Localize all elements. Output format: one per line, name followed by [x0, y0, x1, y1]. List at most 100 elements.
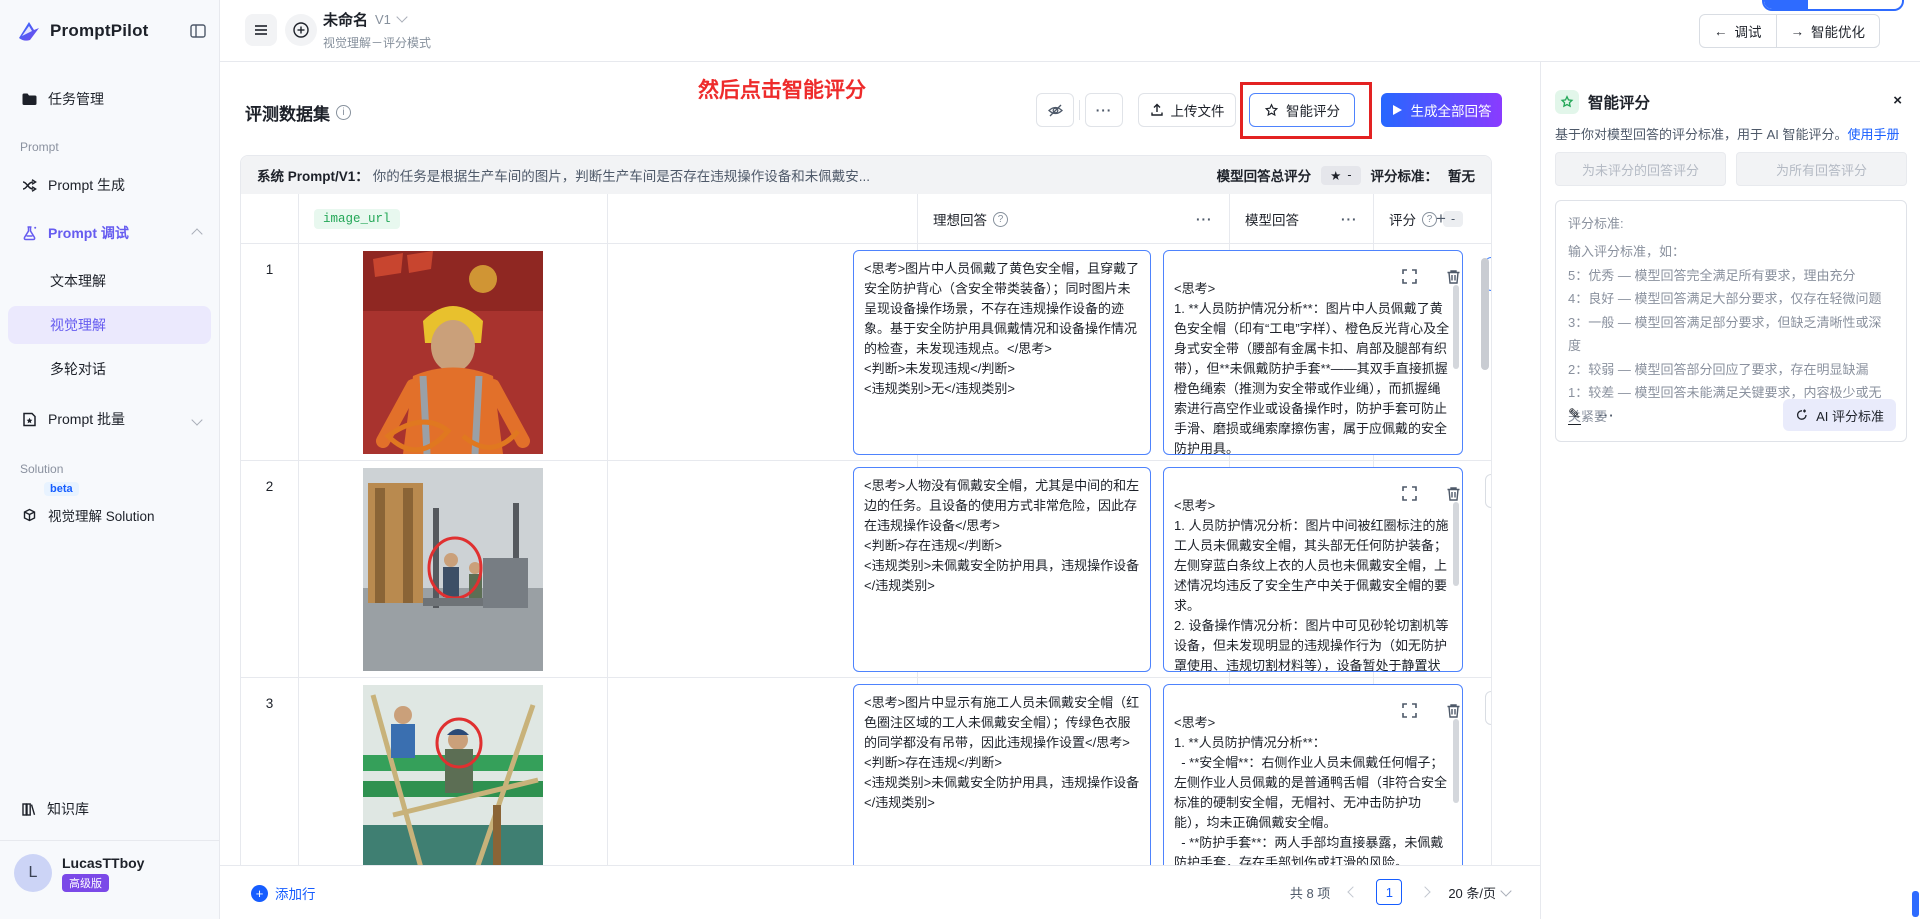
cell-scrollbar[interactable] [1453, 285, 1459, 369]
table-header-row: image_url 理想回答 ? 模型回答 ··· 评分 ? - ··· + [241, 194, 1491, 244]
sidebar-item-prompt-batch[interactable]: Prompt 批量 [8, 400, 211, 438]
more-actions-button[interactable]: ··· [1085, 93, 1123, 127]
ideal-answer-cell[interactable]: <思考>图片中显示有施工人员未佩戴安全帽（红色圈注区域的工人未佩戴安全帽）；传绿… [853, 684, 1151, 889]
user-account[interactable]: L LucasTTboy 高级版 [14, 854, 144, 892]
ideal-answer-cell[interactable]: <思考>图片中人员佩戴了黄色安全帽，且穿戴了安全防护背心（含安全带类装备）；同时… [853, 250, 1151, 455]
sidebar-item-multiturn-dialog[interactable]: 多轮对话 [8, 350, 211, 388]
chevron-down-icon [1500, 885, 1511, 896]
prev-page-button[interactable] [1340, 879, 1366, 905]
column-image-url[interactable]: image_url [314, 209, 400, 229]
hide-columns-button[interactable] [1036, 93, 1074, 127]
close-icon[interactable]: × [1893, 92, 1902, 109]
annotation-text: 然后点击智能评分 [698, 74, 866, 104]
page-size-select[interactable]: 20 条/页 [1448, 883, 1510, 902]
ideal-answer-cell[interactable]: <思考>人物没有佩戴安全帽，尤其是中间的和左边的任务。且设备的使用方式非常危险，… [853, 467, 1151, 672]
row-image[interactable] [363, 685, 543, 888]
score-all-button[interactable]: 为所有回答评分 [1736, 152, 1907, 186]
row-index: 3 [241, 696, 298, 711]
panel-subtitle: 基于你对模型回答的评分标准，用于 AI 智能评分。 [1555, 127, 1848, 142]
cell-scrollbar[interactable] [1453, 719, 1459, 803]
add-row-button[interactable]: + 添加行 [251, 883, 316, 903]
page-number[interactable]: 1 [1376, 879, 1402, 905]
top-header: 未命名 V1 视觉理解－评分模式 ← 调试 → 智能优化 [220, 0, 1920, 62]
score-column-menu[interactable]: ··· [1341, 212, 1358, 227]
sidebar-item-vision-solution[interactable]: 视觉理解 Solution [8, 496, 211, 534]
clipped-toggle[interactable] [1762, 0, 1904, 11]
avatar[interactable]: L [14, 854, 52, 892]
system-prompt-bar[interactable]: 系统 Prompt/V1： 你的任务是根据生产车间的图片，判断生产车间是否存在违… [241, 156, 1491, 194]
app-title: PromptPilot [50, 21, 149, 41]
generate-all-button[interactable]: 生成全部回答 [1381, 93, 1502, 127]
info-icon[interactable]: i [336, 105, 351, 120]
sidebar-item-prompt-generate[interactable]: Prompt 生成 [8, 166, 211, 204]
row-image[interactable] [363, 251, 543, 454]
add-row-label: 添加行 [275, 883, 316, 903]
total-score-pill[interactable]: ★ - [1321, 166, 1360, 185]
score-unscored-button[interactable]: 为未评分的回答评分 [1555, 152, 1726, 186]
add-column-button[interactable]: + [1436, 209, 1446, 229]
criteria-more-button[interactable]: ··· [1599, 408, 1615, 423]
cube-icon [20, 506, 38, 524]
page-scrollbar-thumb[interactable] [1912, 891, 1919, 917]
row-image[interactable] [363, 468, 543, 671]
next-page-button[interactable] [1412, 879, 1438, 905]
table-scrollbar[interactable] [1481, 252, 1489, 872]
star-icon: ★ [1330, 168, 1341, 183]
doc-title: 未命名 [323, 9, 368, 30]
generate-icon [20, 176, 38, 194]
debug-tab-label: 调试 [1735, 21, 1762, 41]
expand-row-icon[interactable] [1401, 485, 1421, 505]
system-prompt-label: 系统 Prompt/V1： [257, 165, 369, 185]
sidebar-item-label: 多轮对话 [50, 359, 106, 379]
books-icon [20, 801, 37, 818]
ai-criteria-button[interactable]: AI 评分标准 [1783, 399, 1896, 431]
score-badge[interactable]: - [1443, 211, 1463, 227]
delete-row-icon[interactable] [1445, 268, 1465, 288]
upload-file-label: 上传文件 [1171, 100, 1225, 120]
sidebar-item-label: 文本理解 [50, 271, 106, 291]
divider [1079, 100, 1080, 120]
chevron-down-icon[interactable] [398, 11, 406, 28]
smart-optimize-tab[interactable]: → 智能优化 [1776, 15, 1880, 47]
arrow-right-icon: → [1791, 24, 1805, 39]
total-score-value: - [1347, 168, 1351, 182]
main-content: 评测数据集 i 然后点击智能评分 ··· 上传文件 智能评分 生成全部回答 系统… [220, 62, 1540, 919]
sidebar-collapse-icon[interactable] [189, 22, 207, 40]
debug-tab[interactable]: ← 调试 [1700, 15, 1776, 47]
menu-button[interactable] [245, 14, 277, 46]
divider [0, 840, 219, 841]
star-icon [1555, 90, 1579, 114]
smart-optimize-tab-label: 智能优化 [1811, 21, 1865, 41]
sidebar-section-prompt: Prompt [20, 140, 59, 154]
help-icon[interactable]: ? [1422, 212, 1437, 227]
page-title: 评测数据集 [245, 100, 330, 125]
flask-icon [20, 224, 38, 242]
cell-scrollbar[interactable] [1453, 502, 1459, 586]
model-answer-text: <思考> 1. 人员防护情况分析：图片中间被红圈标注的施工人员未佩戴安全帽，其头… [1174, 498, 1448, 672]
manual-link[interactable]: 使用手册 [1848, 127, 1900, 142]
annotation-highlight-box [1240, 82, 1372, 139]
delete-row-icon[interactable] [1445, 485, 1465, 505]
add-button[interactable] [285, 14, 317, 46]
version-label: V1 [375, 12, 391, 27]
sidebar-item-prompt-debug[interactable]: Prompt 调试 [8, 214, 211, 252]
plan-badge: 高级版 [62, 874, 109, 892]
expand-row-icon[interactable] [1401, 702, 1421, 722]
chevron-down-icon[interactable] [193, 411, 201, 427]
sidebar-item-vision-understanding[interactable]: 视觉理解 [8, 306, 211, 344]
mode-subtitle: 视觉理解－评分模式 [323, 34, 431, 51]
chevron-up-icon[interactable] [193, 225, 201, 241]
play-icon [1392, 104, 1403, 116]
sidebar-item-task-management[interactable]: 任务管理 [8, 80, 211, 118]
folder-icon [20, 90, 38, 108]
model-answer-text: <思考> 1. **人员防护情况分析**：图片中人员佩戴了黄色安全帽（印有“工电… [1174, 281, 1449, 455]
criteria-textarea[interactable]: 评分标准: 输入评分标准，如： 5：优秀 — 模型回答完全满足所有要求，理由充分… [1555, 200, 1907, 442]
sidebar-item-knowledge-base[interactable]: 知识库 [8, 790, 211, 828]
help-icon[interactable]: ? [993, 212, 1008, 227]
delete-row-icon[interactable] [1445, 702, 1465, 722]
upload-file-button[interactable]: 上传文件 [1138, 93, 1236, 127]
expand-row-icon[interactable] [1401, 268, 1421, 288]
model-column-menu[interactable]: ··· [1196, 212, 1213, 227]
edit-icon[interactable]: ✎ [1568, 405, 1581, 425]
sidebar-item-text-understanding[interactable]: 文本理解 [8, 262, 211, 300]
